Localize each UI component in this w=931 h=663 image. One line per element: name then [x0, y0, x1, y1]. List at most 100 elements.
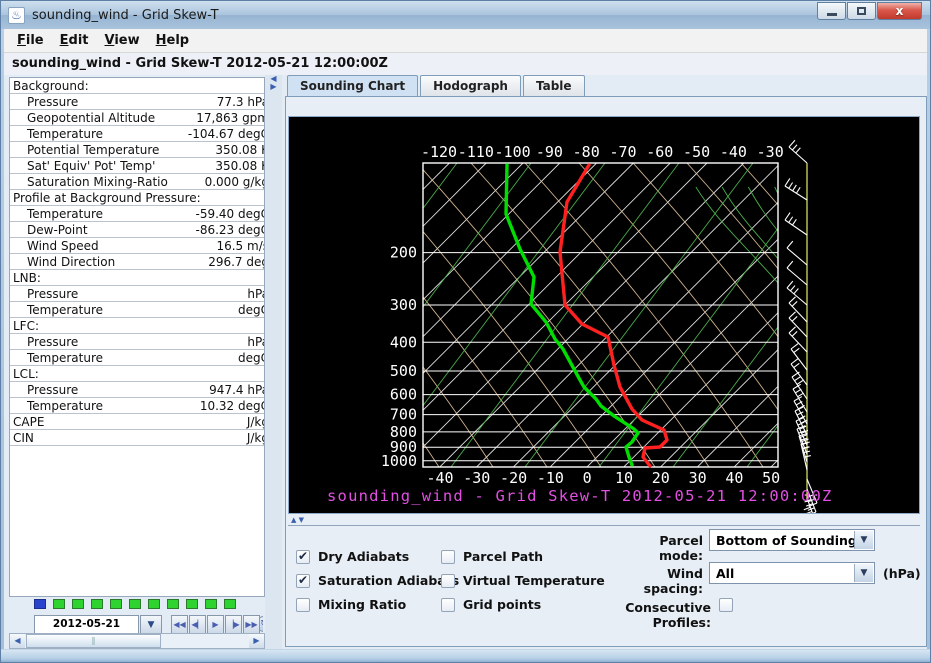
- table-row[interactable]: LCL:: [10, 366, 264, 382]
- menu-edit[interactable]: Edit: [52, 31, 97, 50]
- menu-view[interactable]: View: [97, 31, 148, 50]
- tab-strip: Sounding ChartHodographTable: [287, 75, 587, 96]
- mixing-ratio-checkbox[interactable]: [296, 598, 310, 612]
- tab-sounding-chart[interactable]: Sounding Chart: [287, 75, 418, 96]
- dry-adiabats-checkbox[interactable]: ✔: [296, 550, 310, 564]
- parcel-mode-arrow-icon[interactable]: ▼: [854, 531, 873, 549]
- table-row[interactable]: CINJ/kg: [10, 430, 264, 446]
- last-frame-button[interactable]: ▶▶: [243, 615, 260, 634]
- table-row[interactable]: Geopotential Altitude17,863 gpm: [10, 110, 264, 126]
- split-pane-divider[interactable]: ◀ ▶: [265, 75, 282, 649]
- table-row[interactable]: Pressure947.4 hPa: [10, 382, 264, 398]
- right-panel: Sounding ChartHodographTable 20030040050…: [285, 75, 927, 647]
- table-row[interactable]: Dew-Point-86.23 degC: [10, 222, 264, 238]
- close-icon: x: [896, 4, 904, 18]
- row-value: 350.08 K: [215, 143, 264, 157]
- chart-controls-splitter[interactable]: ▲ ▼: [288, 517, 920, 526]
- scroll-left-button[interactable]: ◀: [10, 634, 25, 648]
- time-step-box[interactable]: [91, 599, 103, 609]
- time-step-box[interactable]: [167, 599, 179, 609]
- row-label: Geopotential Altitude: [27, 111, 155, 125]
- table-row[interactable]: Profile at Background Pressure:: [10, 190, 264, 206]
- time-step-box[interactable]: [129, 599, 141, 609]
- tab-table[interactable]: Table: [523, 75, 585, 96]
- table-row[interactable]: Wind Speed16.5 m/s: [10, 238, 264, 254]
- table-row[interactable]: LNB:: [10, 270, 264, 286]
- parcel-path-checkbox[interactable]: [441, 550, 455, 564]
- time-select-value[interactable]: 2012-05-21 12:00:00Z: [34, 615, 139, 634]
- display-controls: Parcel mode: Bottom of Sounding ▼ Wind s…: [288, 527, 916, 644]
- top-axis-label: -120: [421, 143, 457, 161]
- time-step-box[interactable]: [224, 599, 236, 609]
- table-row[interactable]: TemperaturedegC: [10, 302, 264, 318]
- checkbox-row: Parcel Path: [441, 549, 543, 564]
- time-step-box[interactable]: [34, 599, 46, 609]
- table-row[interactable]: Temperature-104.67 degC: [10, 126, 264, 142]
- temperature-axis-label: 30: [689, 469, 707, 487]
- table-horizontal-scrollbar[interactable]: ◀ ‖ ▶: [9, 633, 265, 649]
- collapse-up-icon[interactable]: ▲: [291, 516, 296, 524]
- row-label: Wind Speed: [27, 239, 99, 253]
- consecutive-profiles-checkbox[interactable]: [719, 598, 733, 612]
- menu-file[interactable]: File: [9, 31, 52, 50]
- temperature-axis-label: 40: [725, 469, 743, 487]
- table-row[interactable]: Sat' Equiv' Pot' Temp'350.08 K: [10, 158, 264, 174]
- time-step-indicator[interactable]: [34, 599, 236, 609]
- time-step-box[interactable]: [72, 599, 84, 609]
- minimize-button[interactable]: [817, 2, 846, 20]
- expand-down-icon[interactable]: ▼: [299, 516, 304, 524]
- table-row[interactable]: PressurehPa: [10, 334, 264, 350]
- table-row[interactable]: Pressure77.3 hPa: [10, 94, 264, 110]
- sounding-parameter-table[interactable]: Background:Pressure77.3 hPaGeopotential …: [9, 77, 265, 597]
- checkbox-label: Mixing Ratio: [318, 597, 406, 612]
- grid-points-checkbox[interactable]: [441, 598, 455, 612]
- scroll-right-button[interactable]: ▶: [249, 634, 264, 648]
- parcel-mode-value: Bottom of Sounding: [716, 533, 857, 548]
- scrollbar-thumb[interactable]: ‖: [26, 634, 161, 648]
- skewt-chart-panel[interactable]: 2003004005006007008009001000-120-110-100…: [288, 116, 920, 514]
- table-row[interactable]: Temperature10.32 degC: [10, 398, 264, 414]
- wind-spacing-arrow-icon[interactable]: ▼: [854, 564, 873, 582]
- maximize-button[interactable]: [847, 2, 876, 20]
- first-frame-button[interactable]: ◀◀: [171, 615, 188, 634]
- time-select-arrow[interactable]: ▼: [140, 615, 162, 634]
- table-row[interactable]: Background:: [10, 78, 264, 94]
- time-step-box[interactable]: [205, 599, 217, 609]
- row-value: -104.67 degC: [188, 127, 264, 141]
- play-button[interactable]: ▶: [207, 615, 224, 634]
- table-row[interactable]: Saturation Mixing-Ratio0.000 g/kg: [10, 174, 264, 190]
- virtual-temperature-checkbox[interactable]: [441, 574, 455, 588]
- skewt-canvas: 2003004005006007008009001000-120-110-100…: [289, 117, 919, 513]
- title-bar[interactable]: ♨ sounding_wind - Grid Skew-T x: [1, 1, 930, 29]
- checkbox-row: ✔Dry Adiabats: [296, 549, 409, 564]
- table-row[interactable]: Wind Direction296.7 deg: [10, 254, 264, 270]
- time-step-box[interactable]: [186, 599, 198, 609]
- row-value: 350.08 K: [215, 159, 264, 173]
- step-forward-button[interactable]: ▕▶: [225, 615, 242, 634]
- table-row[interactable]: PressurehPa: [10, 286, 264, 302]
- table-row[interactable]: Potential Temperature350.08 K: [10, 142, 264, 158]
- app-window: ♨ sounding_wind - Grid Skew-T x FileEdit…: [0, 0, 931, 663]
- table-row[interactable]: CAPEJ/kg: [10, 414, 264, 430]
- top-axis-label: -80: [573, 143, 600, 161]
- top-axis-label: -30: [757, 143, 784, 161]
- wind-spacing-select[interactable]: All ▼: [709, 562, 875, 584]
- time-step-box[interactable]: [148, 599, 160, 609]
- time-animation-bar: 2012-05-21 12:00:00Z ▼ ↻ ◀◀◀▏▶▕▶▶▶: [34, 615, 263, 635]
- temperature-axis-label: -10: [537, 469, 564, 487]
- table-row[interactable]: Temperature-59.40 degC: [10, 206, 264, 222]
- saturation-adiabats-checkbox[interactable]: ✔: [296, 574, 310, 588]
- expand-right-icon[interactable]: ▶: [265, 83, 282, 91]
- parcel-mode-label: Parcel mode:: [618, 533, 703, 563]
- table-row[interactable]: TemperaturedegC: [10, 350, 264, 366]
- tab-hodograph[interactable]: Hodograph: [420, 75, 521, 96]
- step-back-button[interactable]: ◀▏: [189, 615, 206, 634]
- parcel-mode-select[interactable]: Bottom of Sounding ▼: [709, 529, 875, 551]
- menu-help[interactable]: Help: [148, 31, 197, 50]
- close-button[interactable]: x: [877, 2, 922, 20]
- time-step-box[interactable]: [53, 599, 65, 609]
- table-row[interactable]: LFC:: [10, 318, 264, 334]
- time-step-box[interactable]: [110, 599, 122, 609]
- pressure-axis-label: 200: [390, 244, 417, 262]
- row-label: Background:: [13, 79, 89, 93]
